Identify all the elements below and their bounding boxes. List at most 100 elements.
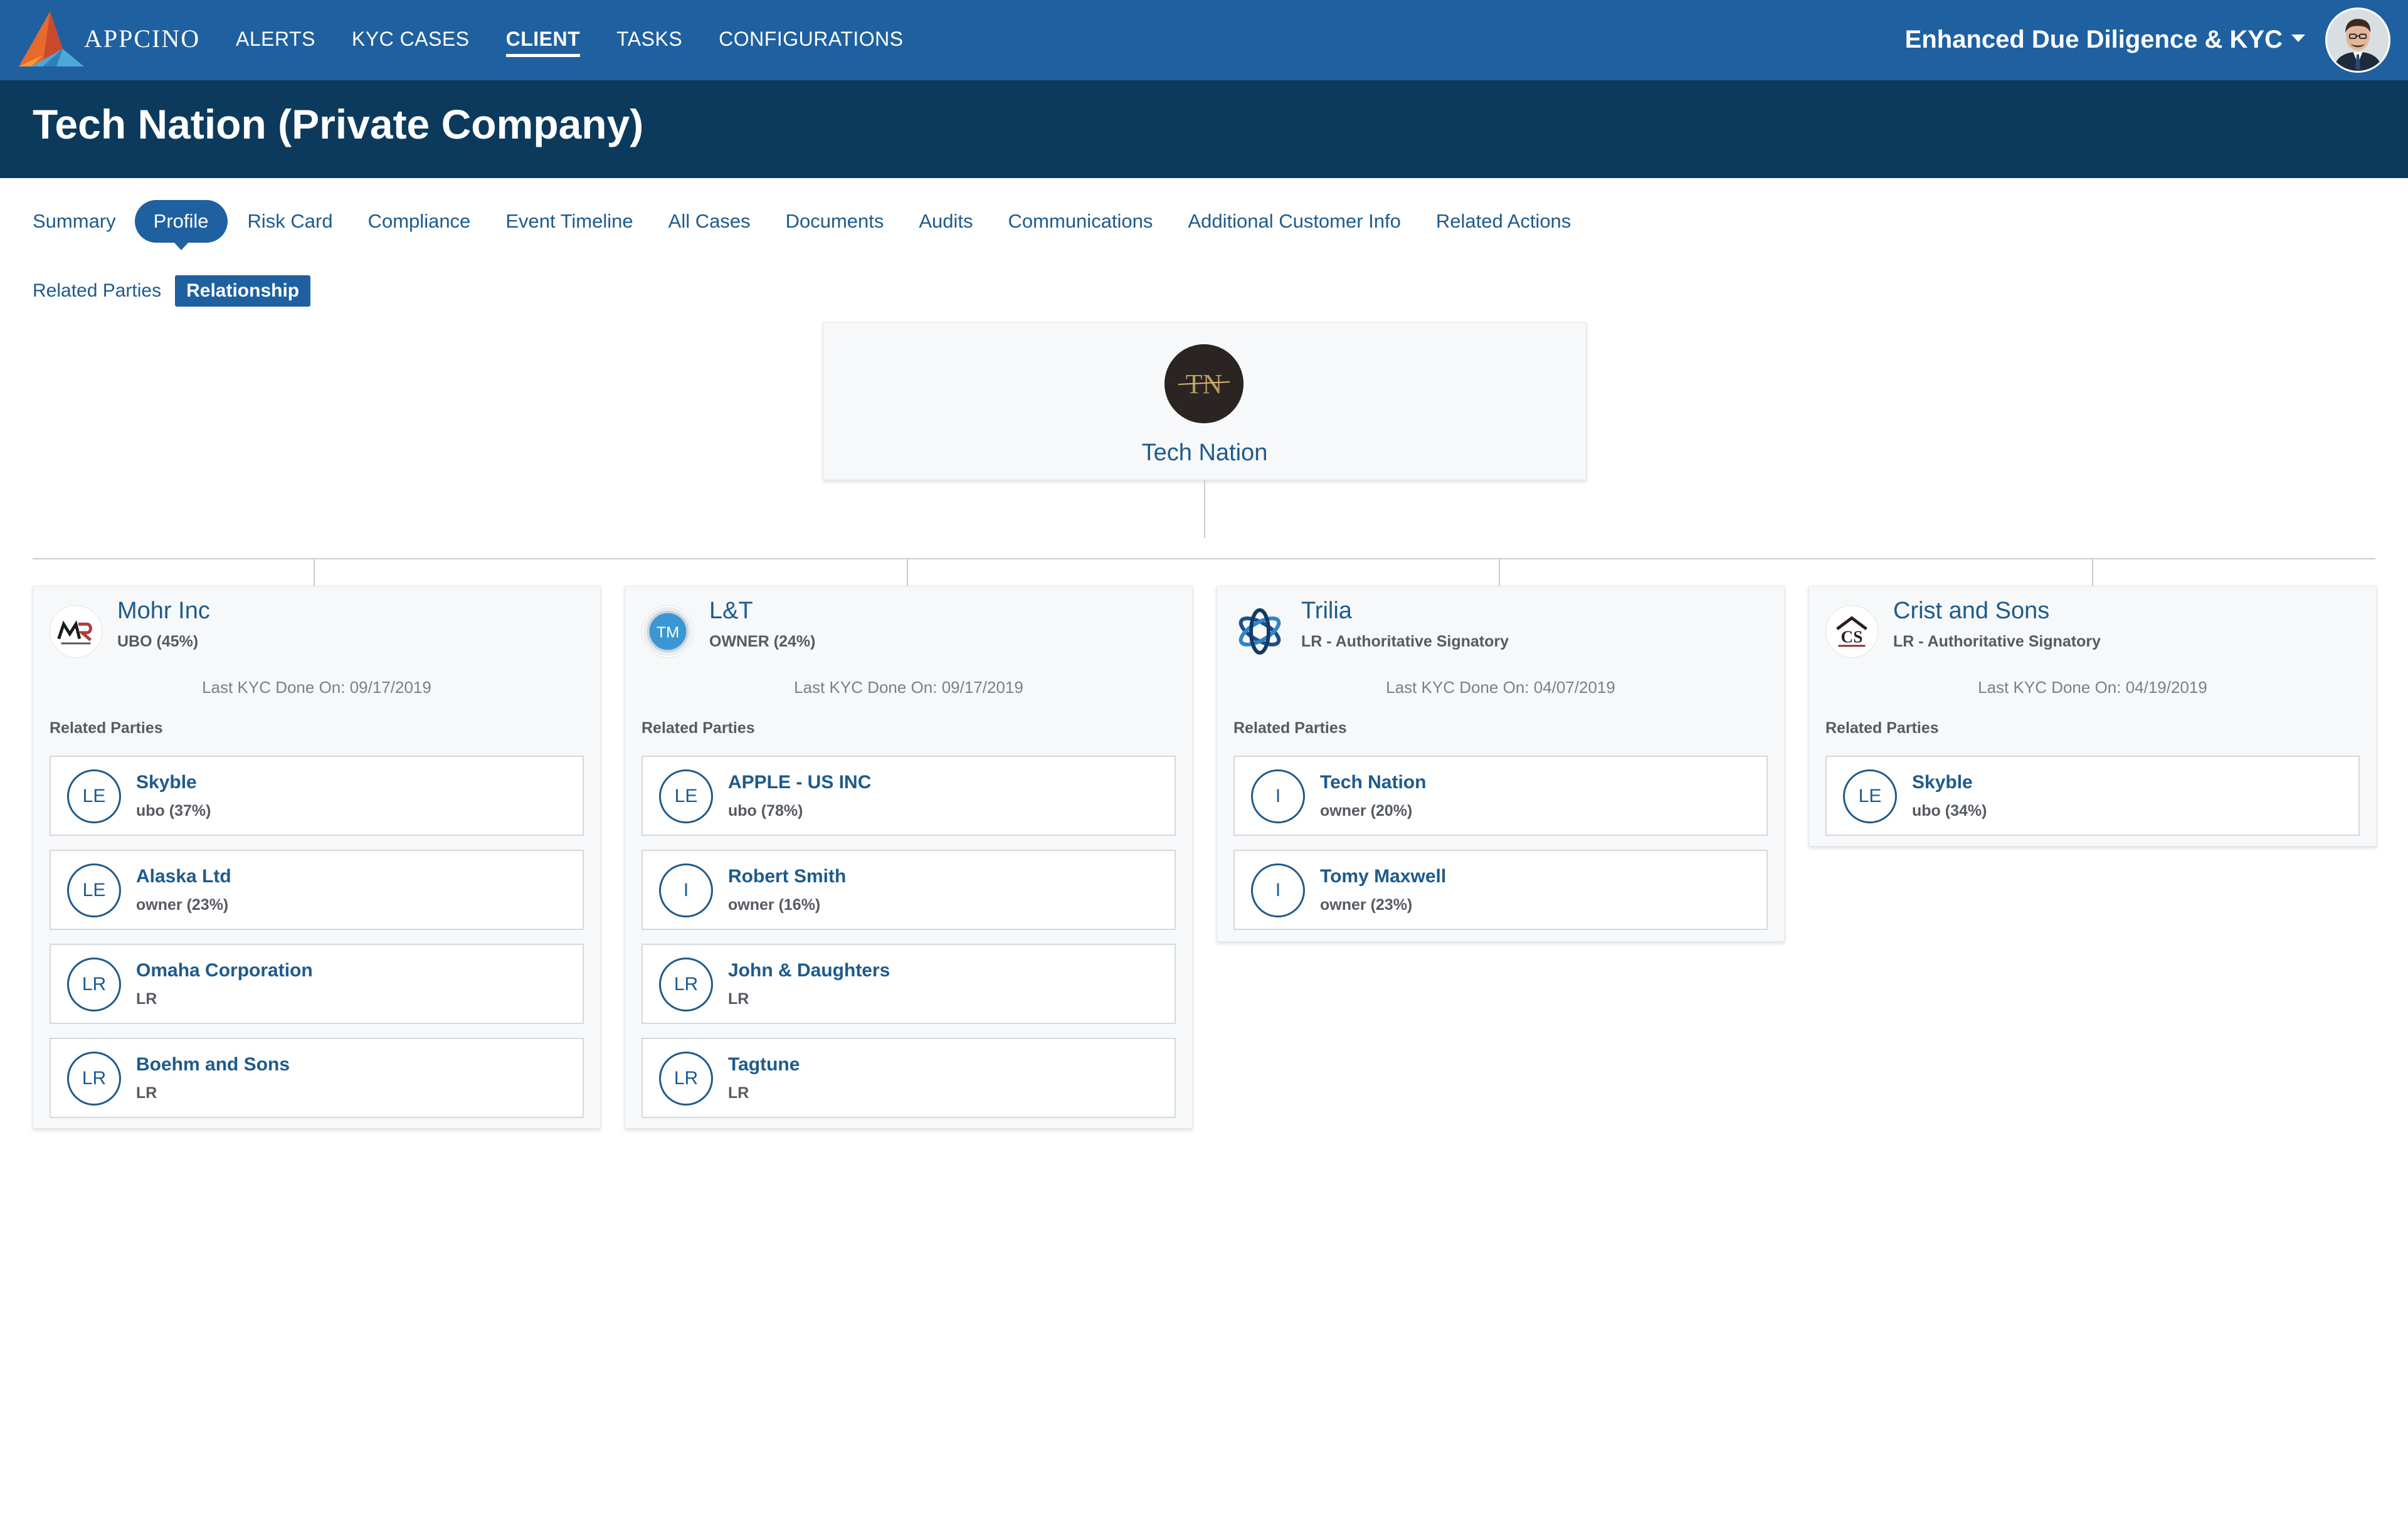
party-relation: ubo (78%) (728, 802, 803, 820)
tab-additional-customer-info[interactable]: Additional Customer Info (1188, 210, 1400, 233)
tab-risk-card[interactable]: Risk Card (248, 210, 333, 233)
appcino-logo-icon[interactable] (19, 11, 88, 69)
svg-text:CS: CS (1841, 628, 1863, 647)
profile-tabs: Summary Profile Risk Card Compliance Eve… (33, 199, 1606, 250)
cs-house-logo-icon: CS (1825, 605, 1878, 658)
svg-text:TM: TM (657, 624, 680, 641)
related-party-item[interactable]: LE Alaska Ltd owner (23%) (50, 850, 584, 930)
chevron-down-icon (2291, 34, 2305, 43)
main-nav: ALERTS KYC CASES CLIENT TASKS CONFIGURAT… (236, 0, 940, 80)
party-relation: owner (23%) (1320, 896, 1413, 914)
profile-subtabs: Related Parties Relationship (33, 275, 324, 307)
related-parties-label: Related Parties (642, 719, 755, 737)
party-type-badge: LE (67, 769, 121, 823)
party-type-badge: I (1251, 769, 1305, 823)
party-type-badge: LR (67, 958, 121, 1011)
related-parties-list: I Tech Nation owner (20%) I Tomy Maxwell… (1233, 756, 1768, 944)
entity-name: Crist and Sons (1893, 598, 2050, 624)
mr-logo-icon (50, 605, 102, 658)
party-type-badge: I (1251, 863, 1305, 917)
related-parties-label: Related Parties (1825, 719, 1939, 737)
party-relation: owner (23%) (136, 896, 229, 914)
last-kyc-date: Last KYC Done On: 09/17/2019 (794, 678, 1023, 697)
party-type-badge: I (659, 863, 713, 917)
party-name: Tagtune (728, 1054, 800, 1075)
related-parties-list: LE APPLE - US INC ubo (78%) I Robert Smi… (642, 756, 1176, 1132)
tab-audits[interactable]: Audits (919, 210, 973, 233)
related-party-item[interactable]: LE APPLE - US INC ubo (78%) (642, 756, 1176, 836)
entity-role: LR - Authoritative Signatory (1893, 633, 2101, 650)
tab-documents[interactable]: Documents (786, 210, 884, 233)
entity-card[interactable]: TM L&T OWNER (24%) Last KYC Done On: 09/… (625, 586, 1193, 1129)
related-party-item[interactable]: I Tech Nation owner (20%) (1233, 756, 1768, 836)
party-relation: LR (728, 990, 749, 1008)
entity-role: UBO (45%) (117, 633, 199, 650)
nav-client[interactable]: CLIENT (505, 0, 581, 80)
connector-card-2 (907, 558, 908, 586)
party-name: Boehm and Sons (136, 1054, 290, 1075)
related-party-item[interactable]: I Robert Smith owner (16%) (642, 850, 1176, 930)
entity-name: Mohr Inc (117, 598, 210, 624)
party-relation: owner (20%) (1320, 802, 1413, 820)
connector-root-down (1204, 480, 1205, 538)
last-kyc-date: Last KYC Done On: 04/19/2019 (1978, 678, 2207, 697)
party-type-badge: LR (659, 1052, 713, 1106)
root-entity-card[interactable]: TN Tech Nation (823, 322, 1587, 480)
party-name: Tomy Maxwell (1320, 866, 1447, 887)
related-party-item[interactable]: LE Skyble ubo (37%) (50, 756, 584, 836)
party-name: Omaha Corporation (136, 960, 313, 981)
user-avatar[interactable] (2325, 8, 2390, 73)
entity-card[interactable]: Trilia LR - Authoritative Signatory Last… (1217, 586, 1785, 942)
nav-kyc-cases[interactable]: KYC CASES (352, 0, 470, 80)
related-party-item[interactable]: LR Tagtune LR (642, 1038, 1176, 1118)
tab-all-cases[interactable]: All Cases (668, 210, 751, 233)
tab-related-actions[interactable]: Related Actions (1436, 210, 1571, 233)
party-relation: LR (136, 1084, 157, 1102)
tn-logo-icon: TN (1164, 344, 1244, 423)
related-party-item[interactable]: LR John & Daughters LR (642, 944, 1176, 1024)
party-type-badge: LE (659, 769, 713, 823)
rings-logo-icon (1238, 608, 1281, 655)
tab-communications[interactable]: Communications (1008, 210, 1153, 233)
connector-card-1 (314, 558, 315, 586)
party-relation: LR (136, 990, 157, 1008)
connector-card-3 (1499, 558, 1500, 586)
tm-logo-icon: TM (642, 605, 694, 658)
nav-tasks[interactable]: TASKS (616, 0, 682, 80)
party-relation: LR (728, 1084, 749, 1102)
party-name: Skyble (136, 772, 197, 793)
page-title-band: Tech Nation (Private Company) (0, 80, 2408, 178)
party-relation: owner (16%) (728, 896, 821, 914)
related-parties-list: LE Skyble ubo (37%) LE Alaska Ltd owner … (50, 756, 584, 1132)
tab-event-timeline[interactable]: Event Timeline (505, 210, 633, 233)
entity-card[interactable]: Mohr Inc UBO (45%) Last KYC Done On: 09/… (33, 586, 601, 1129)
related-parties-label: Related Parties (1233, 719, 1347, 737)
tab-compliance[interactable]: Compliance (368, 210, 471, 233)
party-name: Alaska Ltd (136, 866, 231, 887)
party-name: Tech Nation (1320, 772, 1427, 793)
related-party-item[interactable]: I Tomy Maxwell owner (23%) (1233, 850, 1768, 930)
related-parties-list: LE Skyble ubo (34%) (1825, 756, 2360, 850)
entity-role: OWNER (24%) (709, 633, 816, 650)
entity-name: Trilia (1301, 598, 1352, 624)
related-party-item[interactable]: LE Skyble ubo (34%) (1825, 756, 2360, 836)
subtab-relationship[interactable]: Relationship (175, 275, 311, 307)
entity-role: LR - Authoritative Signatory (1301, 633, 1509, 650)
party-type-badge: LR (659, 958, 713, 1011)
product-switcher[interactable]: Enhanced Due Diligence & KYC (1905, 0, 2305, 80)
related-parties-label: Related Parties (50, 719, 163, 737)
connector-card-4 (2092, 558, 2093, 586)
tab-summary[interactable]: Summary (33, 210, 116, 233)
tab-profile[interactable]: Profile (134, 200, 228, 250)
party-type-badge: LR (67, 1052, 121, 1106)
entity-name: L&T (709, 598, 753, 624)
nav-configurations[interactable]: CONFIGURATIONS (719, 0, 903, 80)
nav-alerts[interactable]: ALERTS (236, 0, 315, 80)
related-party-item[interactable]: LR Omaha Corporation LR (50, 944, 584, 1024)
related-party-item[interactable]: LR Boehm and Sons LR (50, 1038, 584, 1118)
top-navigation-bar: APPCINO ALERTS KYC CASES CLIENT TASKS CO… (0, 0, 2408, 80)
entity-card[interactable]: CS Crist and Sons LR - Authoritative Sig… (1809, 586, 2377, 847)
subtab-related-parties[interactable]: Related Parties (33, 280, 161, 302)
last-kyc-date: Last KYC Done On: 09/17/2019 (202, 678, 431, 697)
party-type-badge: LE (67, 863, 121, 917)
